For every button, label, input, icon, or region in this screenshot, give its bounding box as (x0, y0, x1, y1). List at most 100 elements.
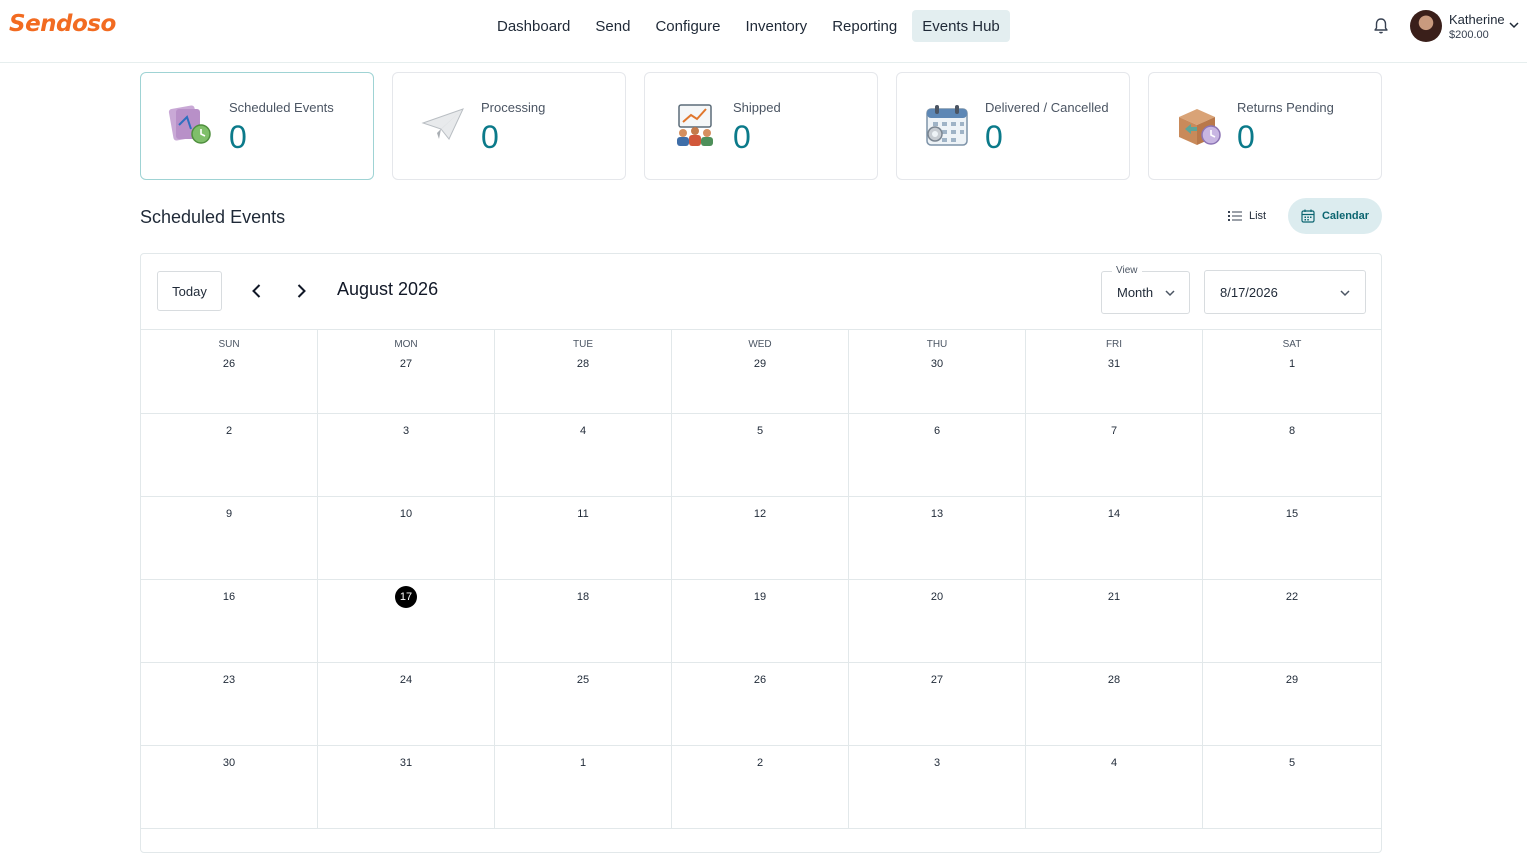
day-number[interactable]: 31 (1103, 353, 1125, 375)
calendar-day-cell[interactable]: 2 (672, 746, 849, 828)
calendar-day-cell[interactable]: 5 (672, 414, 849, 496)
day-number[interactable]: 22 (1281, 586, 1303, 608)
calendar-day-cell[interactable]: THU 30 (849, 330, 1026, 413)
stat-card-shipped[interactable]: Shipped 0 (644, 72, 878, 180)
calendar-day-cell[interactable]: FRI 31 (1026, 330, 1203, 413)
user-avatar[interactable] (1410, 10, 1442, 42)
calendar-day-cell[interactable]: 8 (1203, 414, 1381, 496)
calendar-day-cell[interactable]: 21 (1026, 580, 1203, 662)
today-button[interactable]: Today (157, 271, 222, 311)
calendar-day-cell[interactable]: 17 (318, 580, 495, 662)
day-number[interactable]: 11 (572, 503, 594, 525)
stat-card-returns-pending[interactable]: Returns Pending 0 (1148, 72, 1382, 180)
calendar-day-cell[interactable]: 3 (318, 414, 495, 496)
chevron-right-icon[interactable] (291, 281, 311, 301)
date-picker[interactable]: 8/17/2026 (1204, 270, 1366, 314)
calendar-day-cell[interactable]: 15 (1203, 497, 1381, 579)
calendar-day-cell[interactable]: 28 (1026, 663, 1203, 745)
calendar-day-cell[interactable]: 12 (672, 497, 849, 579)
day-number[interactable]: 29 (749, 353, 771, 375)
stat-card-processing[interactable]: Processing 0 (392, 72, 626, 180)
day-number[interactable]: 31 (395, 752, 417, 774)
calendar-day-cell[interactable]: SUN 26 (141, 330, 318, 413)
nav-item-configure[interactable]: Configure (645, 10, 730, 42)
calendar-view-button[interactable]: Calendar (1288, 198, 1382, 234)
nav-item-send[interactable]: Send (585, 10, 640, 42)
calendar-day-cell[interactable]: TUE 28 (495, 330, 672, 413)
day-number[interactable]: 15 (1281, 503, 1303, 525)
day-number[interactable]: 20 (926, 586, 948, 608)
chevron-down-icon[interactable] (1508, 20, 1520, 30)
day-number[interactable]: 2 (218, 420, 240, 442)
calendar-day-cell[interactable]: 3 (849, 746, 1026, 828)
day-number[interactable]: 23 (218, 669, 240, 691)
day-number[interactable]: 28 (572, 353, 594, 375)
calendar-day-cell[interactable]: 4 (1026, 746, 1203, 828)
calendar-day-cell[interactable]: 24 (318, 663, 495, 745)
calendar-day-cell[interactable]: 7 (1026, 414, 1203, 496)
calendar-day-cell[interactable]: 11 (495, 497, 672, 579)
day-number[interactable]: 19 (749, 586, 771, 608)
sendoso-logo[interactable]: Sendoso (9, 11, 116, 37)
calendar-day-cell[interactable]: 6 (849, 414, 1026, 496)
day-number[interactable]: 24 (395, 669, 417, 691)
day-number[interactable]: 12 (749, 503, 771, 525)
day-number[interactable]: 28 (1103, 669, 1125, 691)
day-number[interactable]: 25 (572, 669, 594, 691)
calendar-day-cell[interactable]: 19 (672, 580, 849, 662)
day-number[interactable]: 21 (1103, 586, 1125, 608)
stat-card-delivered-cancelled[interactable]: Delivered / Cancelled 0 (896, 72, 1130, 180)
day-number[interactable]: 2 (749, 752, 771, 774)
calendar-day-cell[interactable]: WED 29 (672, 330, 849, 413)
calendar-day-cell[interactable]: 9 (141, 497, 318, 579)
day-number[interactable]: 5 (749, 420, 771, 442)
day-number[interactable]: 1 (1281, 353, 1303, 375)
day-number[interactable]: 10 (395, 503, 417, 525)
calendar-day-cell[interactable]: 18 (495, 580, 672, 662)
calendar-day-cell[interactable]: 16 (141, 580, 318, 662)
calendar-day-cell[interactable]: 31 (318, 746, 495, 828)
user-name[interactable]: Katherine (1449, 12, 1505, 27)
calendar-day-cell[interactable]: 2 (141, 414, 318, 496)
view-select[interactable]: View Month (1101, 265, 1190, 314)
day-number[interactable]: 5 (1281, 752, 1303, 774)
bell-icon[interactable] (1373, 17, 1389, 35)
list-view-button[interactable]: List (1218, 201, 1276, 231)
day-number[interactable]: 3 (395, 420, 417, 442)
stat-card-scheduled-events[interactable]: Scheduled Events 0 (140, 72, 374, 180)
day-number[interactable]: 1 (572, 752, 594, 774)
calendar-day-cell[interactable]: 20 (849, 580, 1026, 662)
day-number[interactable]: 26 (218, 353, 240, 375)
day-number[interactable]: 4 (572, 420, 594, 442)
nav-item-reporting[interactable]: Reporting (822, 10, 907, 42)
calendar-day-cell[interactable]: 14 (1026, 497, 1203, 579)
nav-item-inventory[interactable]: Inventory (735, 10, 817, 42)
calendar-day-cell[interactable]: 1 (495, 746, 672, 828)
day-number[interactable]: 16 (218, 586, 240, 608)
day-number[interactable]: 27 (395, 353, 417, 375)
day-number[interactable]: 18 (572, 586, 594, 608)
nav-item-events-hub[interactable]: Events Hub (912, 10, 1010, 42)
day-number[interactable]: 7 (1103, 420, 1125, 442)
day-number[interactable]: 3 (926, 752, 948, 774)
calendar-day-cell[interactable]: SAT 1 (1203, 330, 1381, 413)
calendar-day-cell[interactable]: 10 (318, 497, 495, 579)
nav-item-dashboard[interactable]: Dashboard (487, 10, 580, 42)
day-number[interactable]: 29 (1281, 669, 1303, 691)
day-number[interactable]: 14 (1103, 503, 1125, 525)
calendar-day-cell[interactable]: 27 (849, 663, 1026, 745)
day-number[interactable]: 8 (1281, 420, 1303, 442)
day-number[interactable]: 13 (926, 503, 948, 525)
calendar-day-cell[interactable]: 30 (141, 746, 318, 828)
day-number[interactable]: 30 (218, 752, 240, 774)
calendar-day-cell[interactable]: 29 (1203, 663, 1381, 745)
calendar-day-cell[interactable]: 5 (1203, 746, 1381, 828)
day-number[interactable]: 30 (926, 353, 948, 375)
day-number[interactable]: 27 (926, 669, 948, 691)
calendar-day-cell[interactable]: 26 (672, 663, 849, 745)
day-number[interactable]: 26 (749, 669, 771, 691)
chevron-left-icon[interactable] (247, 281, 267, 301)
day-number[interactable]: 6 (926, 420, 948, 442)
calendar-day-cell[interactable]: 13 (849, 497, 1026, 579)
day-number[interactable]: 9 (218, 503, 240, 525)
